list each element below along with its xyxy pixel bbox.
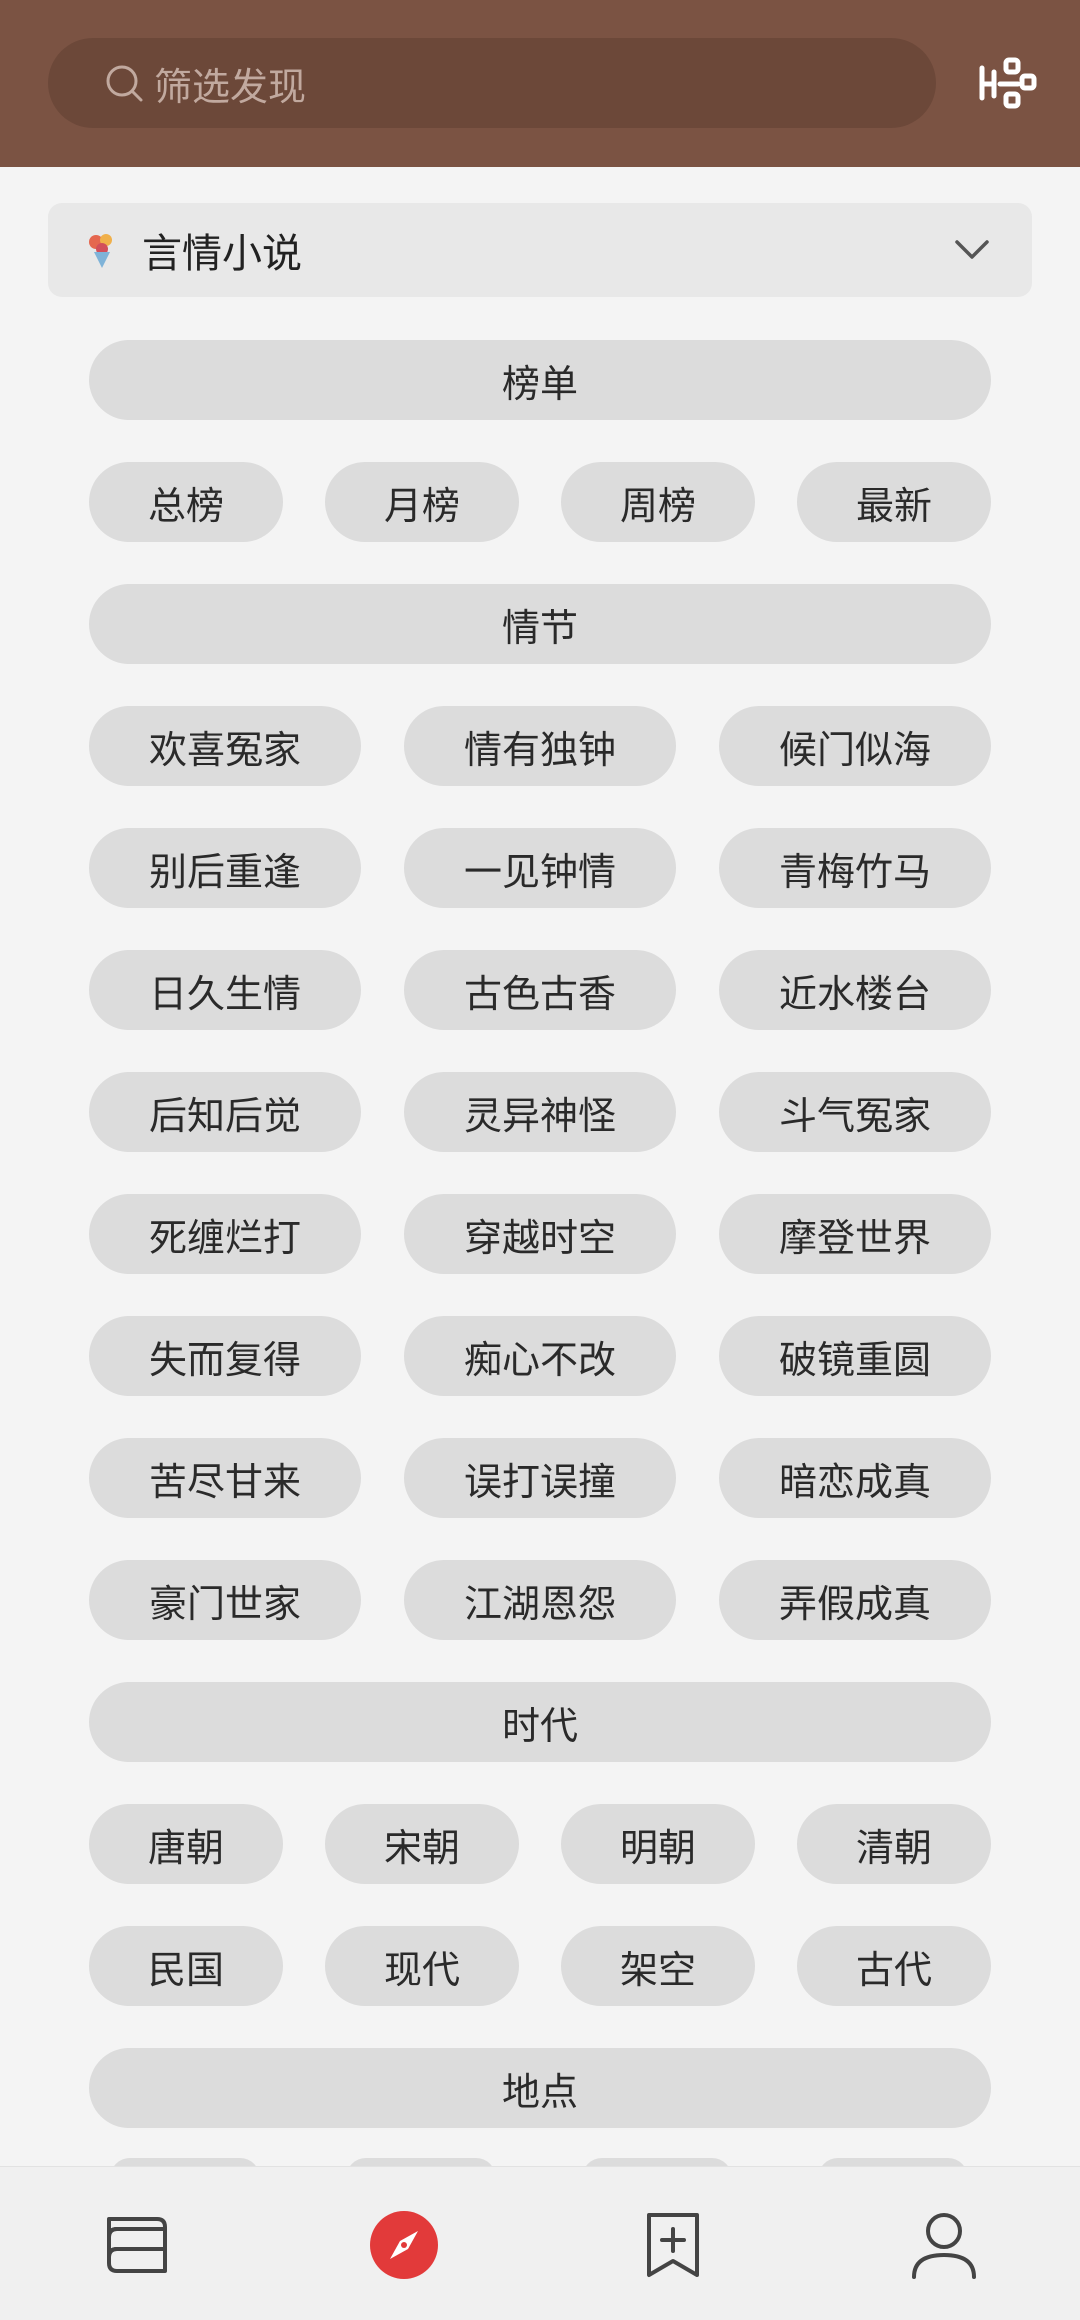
tag-chip[interactable]: 破镜重圆 (719, 1316, 991, 1396)
bookshelf-icon[interactable] (95, 2205, 175, 2285)
user-icon[interactable] (904, 2205, 984, 2285)
tag-chip[interactable]: 古色古香 (404, 950, 676, 1030)
tag-chip[interactable]: 江湖恩怨 (404, 1560, 676, 1640)
tag-chip[interactable]: 周榜 (561, 462, 755, 542)
tag-chip[interactable]: 候门似海 (719, 706, 991, 786)
tag-chip[interactable]: 月榜 (325, 462, 519, 542)
tag-chip[interactable]: 弄假成真 (719, 1560, 991, 1640)
tag-chip[interactable]: 痴心不改 (404, 1316, 676, 1396)
chevron-down-icon (955, 240, 989, 259)
section-header: 情节 (89, 584, 991, 664)
category-selector[interactable]: 言情小说 (48, 203, 1032, 297)
category-label: 言情小说 (142, 231, 302, 277)
tag-chip[interactable]: 日久生情 (89, 950, 361, 1030)
tag-chip[interactable]: 情有独钟 (404, 706, 676, 786)
compass-icon[interactable] (364, 2205, 444, 2285)
section-header: 地点 (89, 2048, 991, 2128)
tag-chip[interactable]: 总榜 (89, 462, 283, 542)
tag-chip[interactable]: 明朝 (561, 1804, 755, 1884)
tag-chip[interactable]: 近水楼台 (719, 950, 991, 1030)
tag-chip[interactable]: 宋朝 (325, 1804, 519, 1884)
tag-chip[interactable]: 豪门世家 (89, 1560, 361, 1640)
tag-chip[interactable]: 误打误撞 (404, 1438, 676, 1518)
tag-chip[interactable]: 暗恋成真 (719, 1438, 991, 1518)
tag-chip[interactable]: 死缠烂打 (89, 1194, 361, 1274)
section-header: 榜单 (89, 340, 991, 420)
section-header: 时代 (89, 1682, 991, 1762)
top-bar: 筛选发现 (0, 0, 1080, 167)
search-bar[interactable]: 筛选发现 (48, 38, 936, 128)
tag-chip[interactable]: 架空 (561, 1926, 755, 2006)
tag-chip[interactable]: 一见钟情 (404, 828, 676, 908)
bottom-nav (0, 2166, 1080, 2320)
tag-chip[interactable]: 穿越时空 (404, 1194, 676, 1274)
tag-chip[interactable]: 青梅竹马 (719, 828, 991, 908)
tag-chip[interactable]: 唐朝 (89, 1804, 283, 1884)
tag-chip[interactable]: 失而复得 (89, 1316, 361, 1396)
tag-chip[interactable]: 清朝 (797, 1804, 991, 1884)
tag-chip[interactable]: 斗气冤家 (719, 1072, 991, 1152)
tag-chip[interactable]: 欢喜冤家 (89, 706, 361, 786)
tag-chip[interactable]: 别后重逢 (89, 828, 361, 908)
search-icon (106, 65, 143, 102)
tag-chip[interactable]: 民国 (89, 1926, 283, 2006)
tag-chip[interactable]: 苦尽甘来 (89, 1438, 361, 1518)
bouquet-icon (89, 234, 112, 268)
tag-chip[interactable]: 灵异神怪 (404, 1072, 676, 1152)
tag-chip[interactable]: 古代 (797, 1926, 991, 2006)
search-placeholder: 筛选发现 (154, 64, 307, 109)
tag-chip[interactable]: 最新 (797, 462, 991, 542)
bookmark-add-icon[interactable] (633, 2205, 713, 2285)
tag-chip[interactable]: 摩登世界 (719, 1194, 991, 1274)
tag-chip[interactable]: 现代 (325, 1926, 519, 2006)
tag-chip[interactable]: 后知后觉 (89, 1072, 361, 1152)
scan-icon[interactable] (978, 54, 1038, 114)
